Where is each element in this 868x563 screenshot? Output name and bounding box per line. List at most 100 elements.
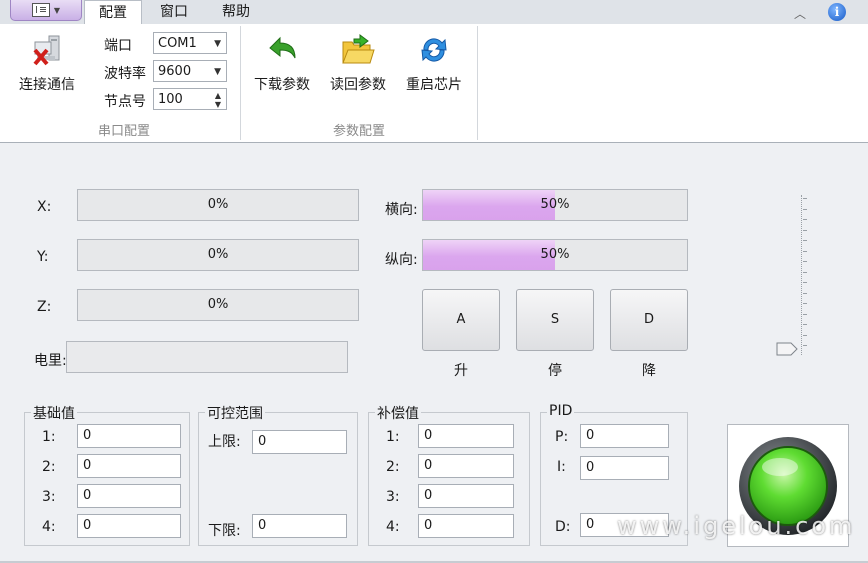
tab-window[interactable]: 窗口 xyxy=(146,0,202,24)
baud-label: 波特率 xyxy=(104,66,146,82)
x-progress: 0% xyxy=(77,189,359,221)
up-label: 升 xyxy=(454,363,468,379)
node-spinner[interactable]: 100 ▲ ▼ xyxy=(153,88,227,110)
slider-tick xyxy=(803,292,807,294)
port-label: 端口 xyxy=(104,38,132,54)
lower-limit-input[interactable]: 0 xyxy=(252,514,347,538)
y-value: 0% xyxy=(207,247,229,262)
y-label: Y: xyxy=(37,249,49,265)
comp-value-1-input[interactable]: 0 xyxy=(418,424,514,448)
chevron-down-icon: ▼ xyxy=(53,5,61,15)
read-params-label: 读回参数 xyxy=(330,77,386,93)
base-row-1-label: 1: xyxy=(42,429,56,445)
comp-row-4-label: 4: xyxy=(386,519,400,535)
slider-tick xyxy=(803,261,807,262)
tab-config[interactable]: 配置 xyxy=(84,0,142,26)
power-display xyxy=(66,341,348,373)
compensation-title: 补偿值 xyxy=(375,403,421,423)
restart-chip-label: 重启芯片 xyxy=(406,77,462,93)
base-row-4-label: 4: xyxy=(42,519,56,535)
base-value-4-input[interactable]: 0 xyxy=(77,514,181,538)
collapse-ribbon-icon[interactable]: ︿ xyxy=(794,5,806,22)
node-value: 100 xyxy=(158,92,183,107)
spin-up-icon[interactable]: ▲ xyxy=(215,92,221,100)
upper-limit-input[interactable]: 0 xyxy=(252,430,347,454)
group-separator xyxy=(477,26,478,140)
s-button[interactable]: S xyxy=(516,289,594,351)
comp-value-3-input[interactable]: 0 xyxy=(418,484,514,508)
slider-tick xyxy=(803,324,807,325)
stop-label: 停 xyxy=(548,363,562,379)
document-icon xyxy=(31,3,50,17)
comp-row-3-label: 3: xyxy=(386,489,400,505)
port-value: COM1 xyxy=(158,36,197,51)
application-menu-button[interactable]: ▼ xyxy=(10,0,82,21)
z-progress: 0% xyxy=(77,289,359,321)
comp-value-4-input[interactable]: 0 xyxy=(418,514,514,538)
comp-row-2-label: 2: xyxy=(386,459,400,475)
x-value: 0% xyxy=(207,197,229,212)
group-serial-label: 串口配置 xyxy=(97,124,150,139)
comp-value-2-input[interactable]: 0 xyxy=(418,454,514,478)
horizontal-progress-fill xyxy=(423,190,555,220)
slider-tick xyxy=(803,229,807,231)
base-row-2-label: 2: xyxy=(42,459,56,475)
tab-help[interactable]: 帮助 xyxy=(208,0,264,24)
connect-label: 连接通信 xyxy=(19,77,75,93)
connect-button[interactable]: 连接通信 xyxy=(14,30,80,100)
base-row-3-label: 3: xyxy=(42,489,56,505)
refresh-icon xyxy=(416,32,452,68)
horizontal-value: 50% xyxy=(540,197,570,212)
vertical-label: 纵向: xyxy=(385,252,418,268)
slider-tick xyxy=(803,198,807,199)
pid-i-input[interactable]: 0 xyxy=(580,456,669,480)
slider-thumb[interactable] xyxy=(776,342,798,356)
download-params-label: 下载参数 xyxy=(254,77,310,93)
slider-tick xyxy=(803,334,807,336)
x-label: X: xyxy=(37,199,52,215)
ribbon-tab-bar: ▼ 配置 窗口 帮助 ︿ i xyxy=(0,0,868,26)
base-values-title: 基础值 xyxy=(31,403,77,423)
slider-tick xyxy=(803,208,807,210)
pid-p-label: P: xyxy=(555,429,569,445)
pid-d-label: D: xyxy=(555,519,571,535)
read-params-button[interactable]: 读回参数 xyxy=(326,30,390,100)
base-value-2-input[interactable]: 0 xyxy=(77,454,181,478)
restart-chip-button[interactable]: 重启芯片 xyxy=(402,30,466,100)
horizontal-label: 横向: xyxy=(385,202,418,218)
a-button[interactable]: A xyxy=(422,289,500,351)
vertical-progress: 50% xyxy=(422,239,688,271)
z-value: 0% xyxy=(207,297,229,312)
download-params-button[interactable]: 下载参数 xyxy=(250,30,314,100)
chevron-down-icon: ▼ xyxy=(214,39,221,49)
group-separator xyxy=(240,26,241,140)
slider-tick xyxy=(803,303,807,304)
y-progress: 0% xyxy=(77,239,359,271)
slider-tick xyxy=(803,250,807,252)
node-label: 节点号 xyxy=(104,94,146,110)
z-label: Z: xyxy=(37,299,52,315)
base-value-3-input[interactable]: 0 xyxy=(77,484,181,508)
port-select[interactable]: COM1 ▼ xyxy=(153,32,227,54)
power-label: 电里: xyxy=(34,353,67,369)
control-range-title: 可控范围 xyxy=(205,403,265,423)
slider-tick xyxy=(803,219,807,220)
baud-select[interactable]: 9600 ▼ xyxy=(153,60,227,82)
undo-arrow-icon xyxy=(264,32,300,68)
lower-limit-label: 下限: xyxy=(208,523,241,539)
base-value-1-input[interactable]: 0 xyxy=(77,424,181,448)
open-folder-icon xyxy=(340,32,376,68)
horizontal-progress: 50% xyxy=(422,189,688,221)
spin-down-icon[interactable]: ▼ xyxy=(215,101,221,109)
baud-value: 9600 xyxy=(158,64,192,79)
comp-row-1-label: 1: xyxy=(386,429,400,445)
d-button[interactable]: D xyxy=(610,289,688,351)
pid-title: PID xyxy=(547,403,575,419)
slider-tick xyxy=(803,345,807,346)
info-icon[interactable]: i xyxy=(828,3,846,21)
slider-tick xyxy=(803,282,807,283)
pid-p-input[interactable]: 0 xyxy=(580,424,669,448)
vertical-value: 50% xyxy=(540,247,570,262)
upper-limit-label: 上限: xyxy=(208,434,241,450)
down-label: 降 xyxy=(642,363,656,379)
